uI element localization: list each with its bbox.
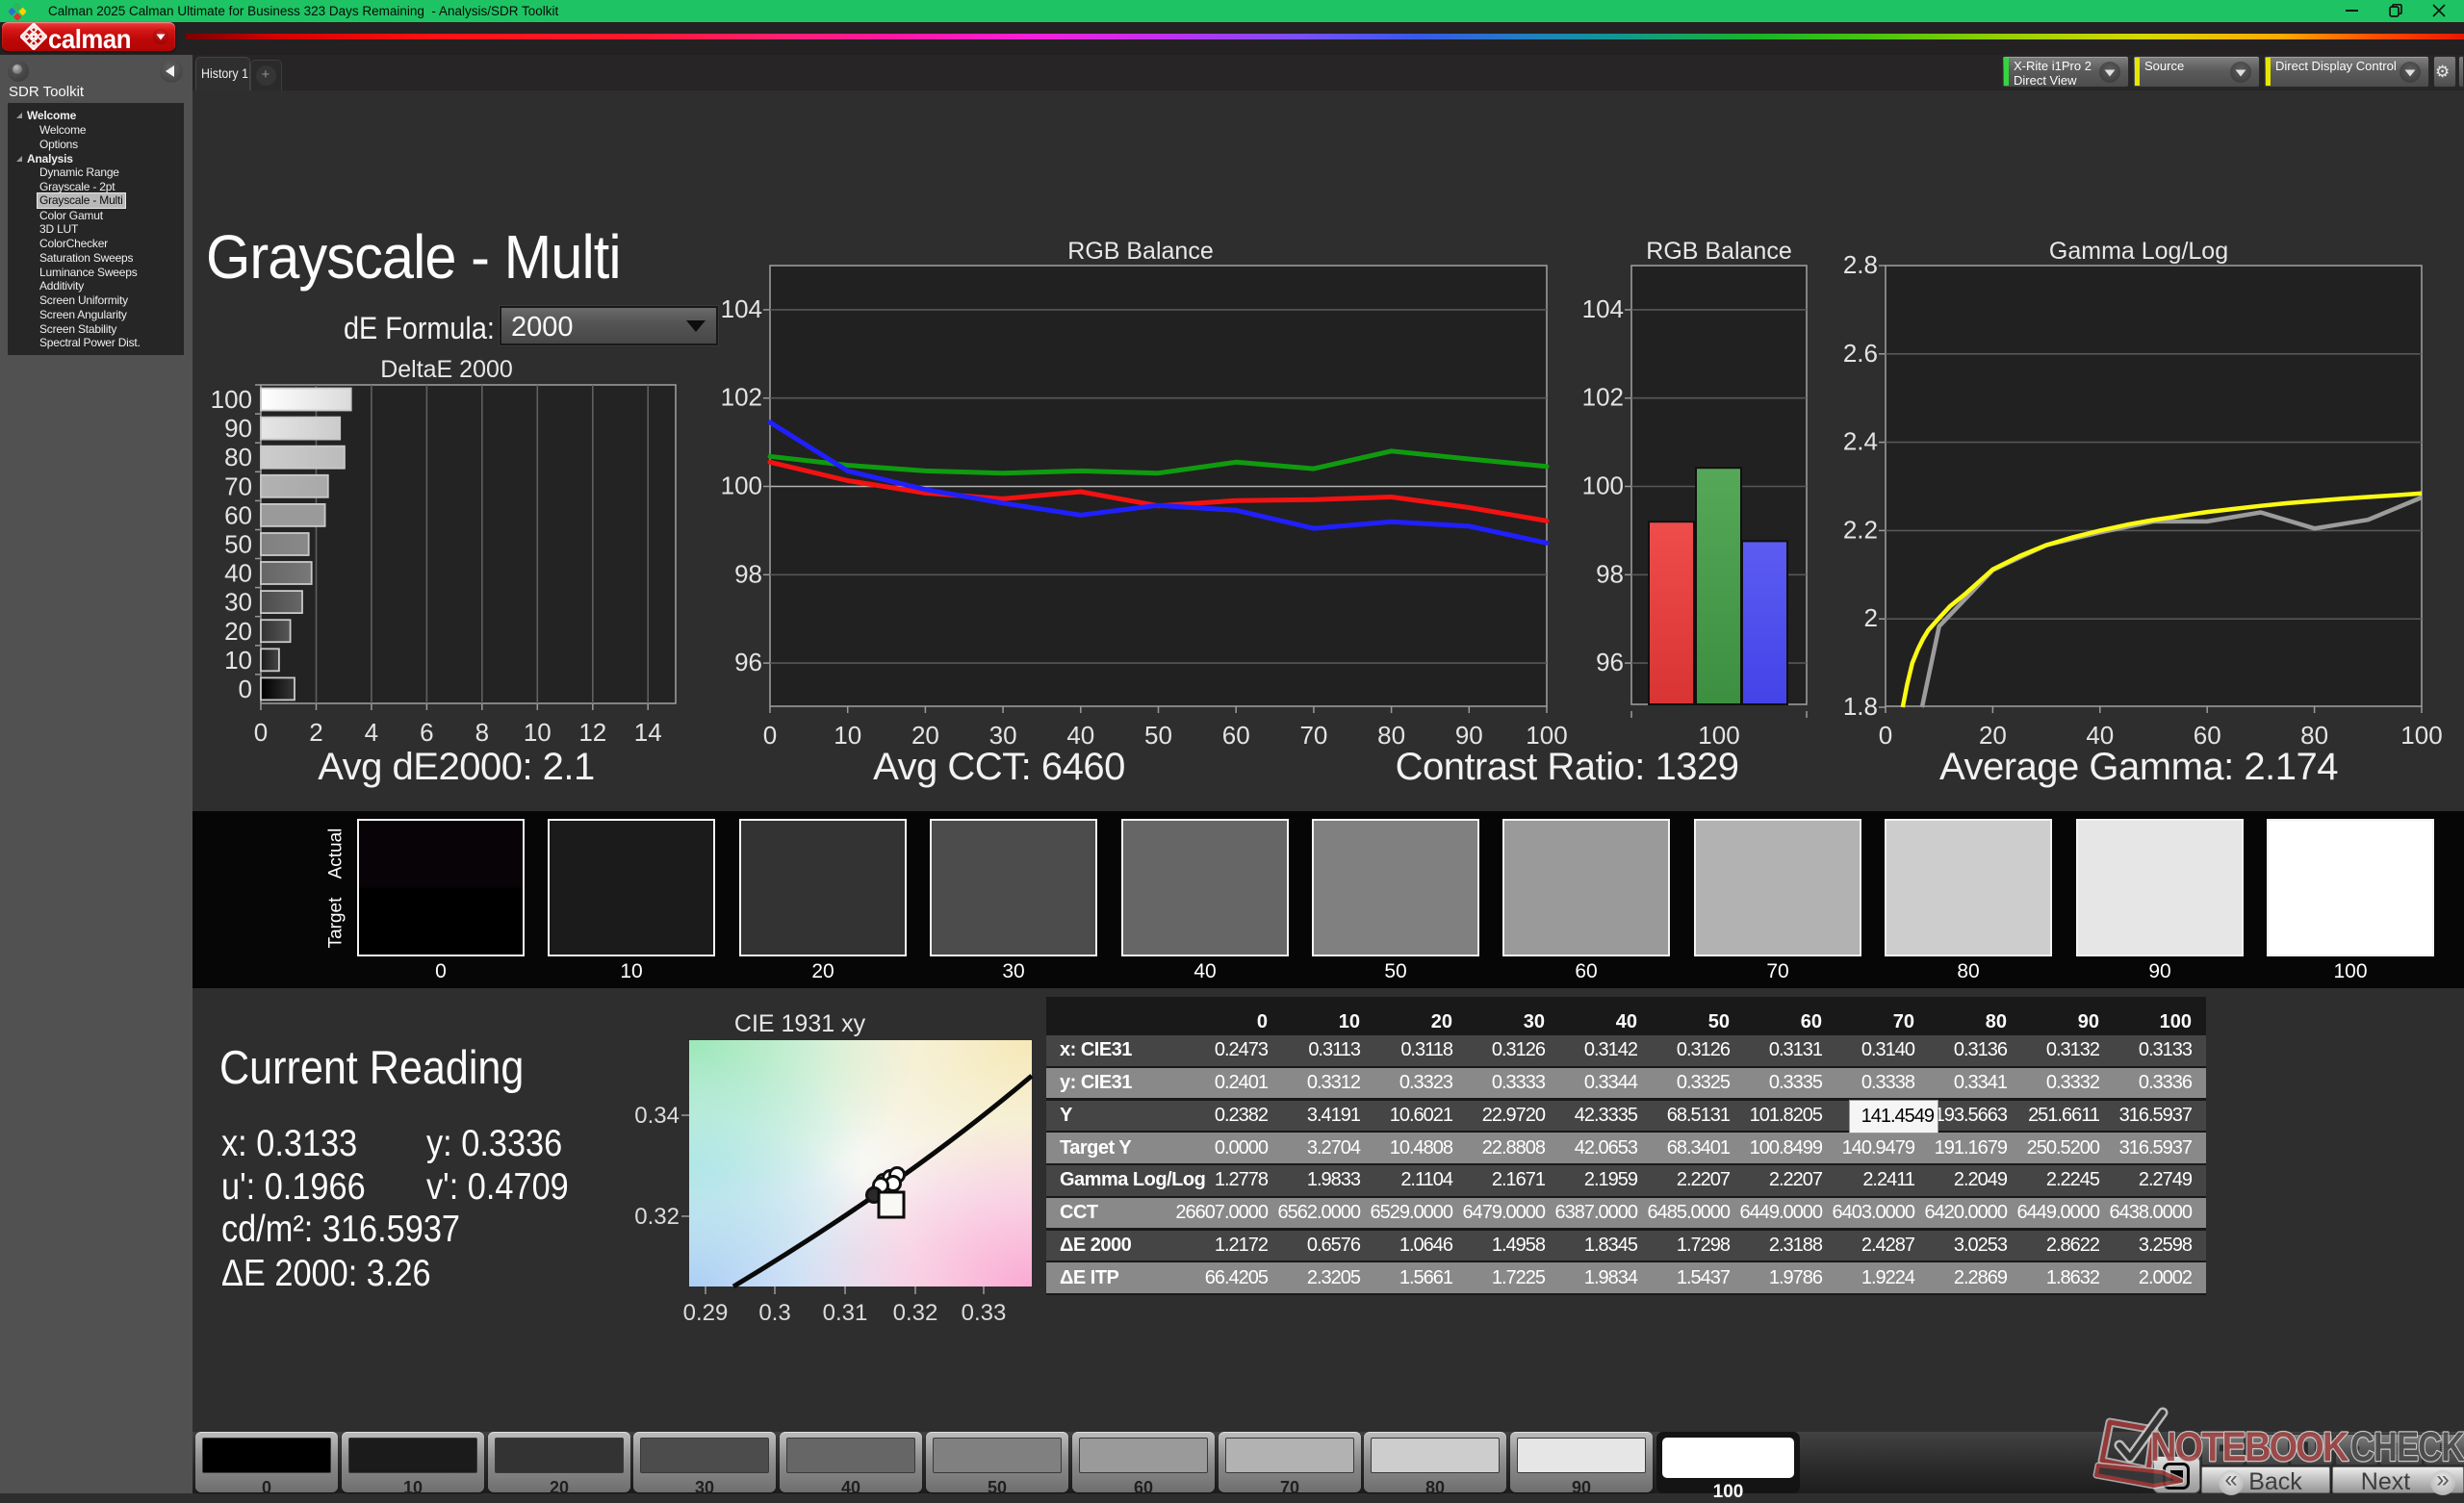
svg-text:30: 30 <box>989 721 1017 750</box>
svg-text:0: 0 <box>254 718 268 747</box>
svg-text:100: 100 <box>211 385 252 414</box>
svg-text:20: 20 <box>911 721 939 750</box>
svg-text:70: 70 <box>224 471 252 500</box>
svg-text:50: 50 <box>224 530 252 559</box>
svg-text:80: 80 <box>224 443 252 471</box>
svg-text:98: 98 <box>1596 559 1624 588</box>
svg-text:0.32: 0.32 <box>635 1204 680 1230</box>
svg-text:0.34: 0.34 <box>635 1103 680 1129</box>
svg-text:CHECK: CHECK <box>2350 1424 2464 1469</box>
svg-text:10: 10 <box>224 646 252 675</box>
svg-text:20: 20 <box>1979 721 2007 750</box>
svg-text:CIE 1931 xy: CIE 1931 xy <box>734 1010 866 1037</box>
svg-text:10: 10 <box>524 718 552 747</box>
svg-text:96: 96 <box>1596 648 1624 676</box>
svg-text:0.33: 0.33 <box>962 1300 1007 1326</box>
svg-text:6: 6 <box>420 718 433 747</box>
svg-text:NOTEBOOK: NOTEBOOK <box>2150 1423 2348 1470</box>
svg-text:70: 70 <box>1299 721 1327 750</box>
svg-text:90: 90 <box>224 414 252 443</box>
svg-text:98: 98 <box>734 559 762 588</box>
svg-text:20: 20 <box>224 617 252 646</box>
svg-text:0.29: 0.29 <box>683 1300 729 1326</box>
svg-text:12: 12 <box>578 718 606 747</box>
svg-text:0: 0 <box>239 675 252 703</box>
svg-text:0.31: 0.31 <box>823 1300 868 1326</box>
svg-text:100: 100 <box>2400 721 2442 750</box>
svg-text:2.6: 2.6 <box>1843 339 1878 368</box>
svg-text:0: 0 <box>1879 721 1892 750</box>
svg-text:14: 14 <box>634 718 662 747</box>
svg-text:8: 8 <box>475 718 489 747</box>
svg-text:DeltaE 2000: DeltaE 2000 <box>380 356 513 383</box>
svg-text:30: 30 <box>224 588 252 617</box>
svg-text:104: 104 <box>1582 294 1624 323</box>
svg-text:80: 80 <box>1377 721 1405 750</box>
svg-text:102: 102 <box>721 383 762 412</box>
svg-text:40: 40 <box>2086 721 2114 750</box>
svg-text:RGB Balance: RGB Balance <box>1646 238 1791 265</box>
svg-text:RGB Balance: RGB Balance <box>1067 238 1213 265</box>
svg-text:10: 10 <box>834 721 861 750</box>
svg-text:2: 2 <box>309 718 322 747</box>
svg-text:100: 100 <box>1582 471 1624 500</box>
svg-text:102: 102 <box>1582 383 1624 412</box>
svg-text:0.3: 0.3 <box>758 1300 790 1326</box>
svg-text:1.8: 1.8 <box>1843 692 1878 721</box>
svg-text:2.8: 2.8 <box>1843 250 1878 279</box>
svg-text:80: 80 <box>2300 721 2328 750</box>
svg-text:90: 90 <box>1455 721 1483 750</box>
svg-text:Gamma Log/Log: Gamma Log/Log <box>2049 238 2228 265</box>
svg-text:96: 96 <box>734 648 762 676</box>
svg-text:2: 2 <box>1864 603 1878 632</box>
svg-text:60: 60 <box>1222 721 1250 750</box>
svg-text:0: 0 <box>763 721 777 750</box>
svg-text:4: 4 <box>365 718 378 747</box>
svg-text:40: 40 <box>1066 721 1094 750</box>
svg-text:2.4: 2.4 <box>1843 427 1878 456</box>
svg-text:40: 40 <box>224 559 252 588</box>
svg-text:0.32: 0.32 <box>893 1300 938 1326</box>
svg-text:50: 50 <box>1144 721 1172 750</box>
svg-text:2.2: 2.2 <box>1843 515 1878 544</box>
svg-text:100: 100 <box>721 471 762 500</box>
svg-text:104: 104 <box>721 294 762 323</box>
svg-text:100: 100 <box>1698 721 1739 750</box>
svg-text:60: 60 <box>2194 721 2221 750</box>
svg-text:60: 60 <box>224 500 252 529</box>
